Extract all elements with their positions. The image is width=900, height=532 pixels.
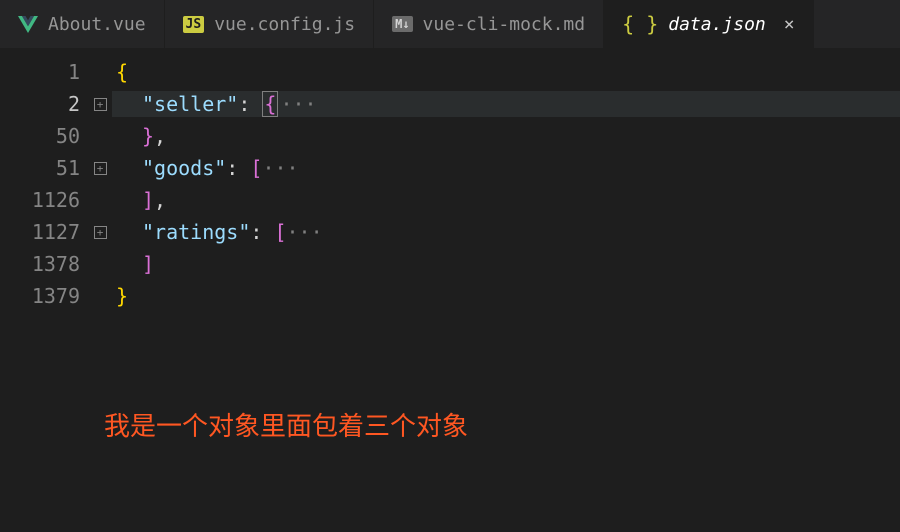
line-number: 1	[0, 60, 88, 84]
code-line[interactable]: 51 + "goods": [···	[0, 152, 900, 184]
token-fold: ···	[287, 220, 323, 244]
token-fold: ···	[262, 156, 298, 180]
tab-label: About.vue	[48, 14, 146, 35]
token-brace-purple: ]	[142, 188, 154, 212]
token-brace-purple: [	[274, 220, 286, 244]
token-key: "goods"	[142, 156, 226, 180]
js-icon: JS	[183, 16, 205, 33]
tab-label: vue-cli-mock.md	[423, 14, 586, 35]
vue-icon	[18, 16, 38, 33]
code-editor[interactable]: 1{2+"seller": {···50},51+"goods": [···11…	[0, 48, 900, 312]
token-brace-purple: {	[262, 91, 278, 117]
token-key: "ratings"	[142, 220, 250, 244]
tab-mock-md[interactable]: M↓ vue-cli-mock.md	[374, 0, 604, 48]
code-content[interactable]: "goods": [···	[112, 156, 299, 180]
code-content[interactable]: ],	[112, 188, 166, 212]
line-number: 1379	[0, 284, 88, 308]
code-content[interactable]: ]	[112, 252, 154, 276]
fold-column: +	[88, 98, 112, 111]
fold-toggle-icon[interactable]: +	[94, 162, 107, 175]
code-line[interactable]: 1{	[0, 56, 900, 88]
code-line[interactable]: 1127 + "ratings": [···	[0, 216, 900, 248]
token-brace: }	[116, 284, 128, 308]
fold-column: +	[88, 226, 112, 239]
code-content[interactable]: }	[112, 284, 128, 308]
token-punc: :	[238, 92, 262, 116]
token-punc: :	[250, 220, 274, 244]
line-number: 2	[0, 92, 88, 116]
fold-column: +	[88, 162, 112, 175]
markdown-icon: M↓	[392, 16, 412, 32]
token-key: "seller"	[142, 92, 238, 116]
token-brace-purple: }	[142, 124, 154, 148]
tab-vue-config[interactable]: JS vue.config.js	[165, 0, 375, 48]
line-number: 50	[0, 124, 88, 148]
line-number: 1126	[0, 188, 88, 212]
token-punc: ,	[154, 124, 166, 148]
annotation-text: 我是一个对象里面包着三个对象	[104, 406, 468, 443]
code-content[interactable]: "ratings": [···	[112, 220, 323, 244]
token-brace: {	[116, 60, 128, 84]
line-number: 1127	[0, 220, 88, 244]
code-line[interactable]: 1126],	[0, 184, 900, 216]
fold-toggle-icon[interactable]: +	[94, 98, 107, 111]
code-line[interactable]: 1379}	[0, 280, 900, 312]
token-brace-purple: [	[250, 156, 262, 180]
line-number: 1378	[0, 252, 88, 276]
code-content[interactable]: {	[112, 60, 128, 84]
close-icon[interactable]: ×	[784, 14, 795, 35]
token-punc: ,	[154, 188, 166, 212]
tab-data-json[interactable]: { } data.json ×	[604, 0, 814, 48]
tab-label: vue.config.js	[214, 14, 355, 35]
token-brace-purple: ]	[142, 252, 154, 276]
tab-about-vue[interactable]: About.vue	[0, 0, 165, 48]
code-line[interactable]: 1378]	[0, 248, 900, 280]
json-icon: { }	[622, 12, 658, 36]
tab-bar: About.vue JS vue.config.js M↓ vue-cli-mo…	[0, 0, 900, 48]
code-line[interactable]: 2 + "seller": {···	[0, 88, 900, 120]
code-content[interactable]: "seller": {···	[112, 91, 900, 117]
line-number: 51	[0, 156, 88, 180]
code-content[interactable]: },	[112, 124, 166, 148]
fold-toggle-icon[interactable]: +	[94, 226, 107, 239]
token-fold: ···	[280, 92, 316, 116]
tab-label: data.json	[668, 14, 766, 35]
code-line[interactable]: 50},	[0, 120, 900, 152]
token-punc: :	[226, 156, 250, 180]
